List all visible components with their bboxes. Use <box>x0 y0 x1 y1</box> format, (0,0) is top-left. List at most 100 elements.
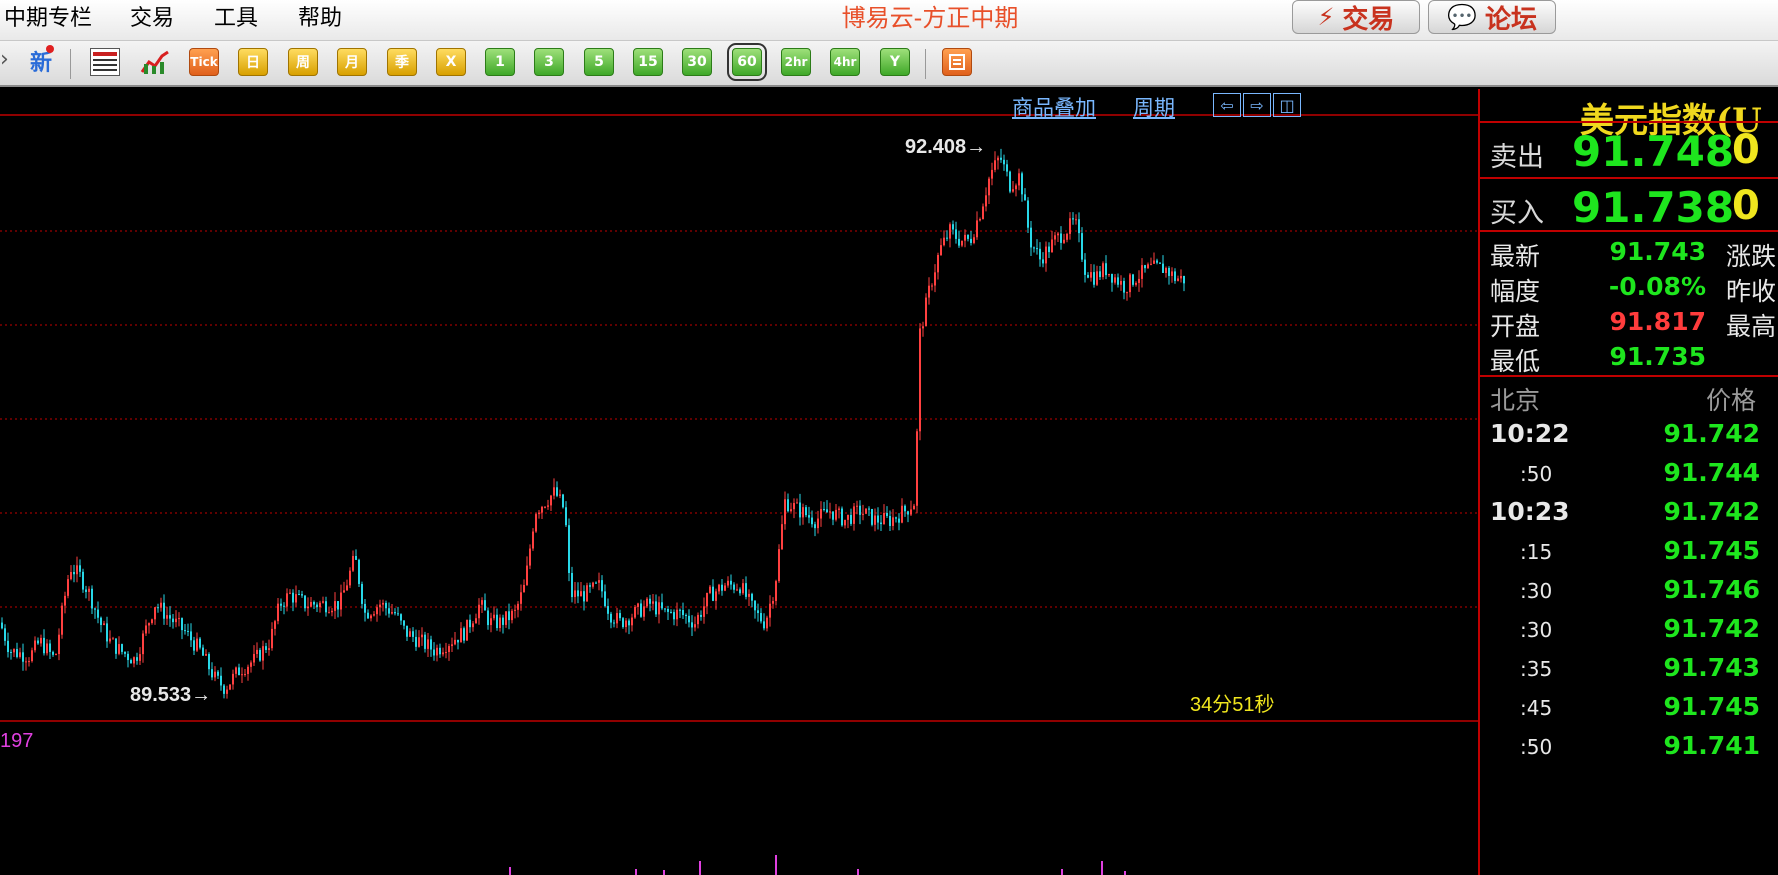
price-chart-area[interactable]: 92.408→ 89.533→ 34分51秒 197 <box>0 89 1478 875</box>
candle-body <box>454 639 456 645</box>
candle-body <box>1120 280 1122 285</box>
candle-body <box>310 602 312 607</box>
candle-body <box>559 494 561 496</box>
period-x-button[interactable]: X <box>436 48 466 76</box>
candle-body <box>199 638 201 648</box>
candle-body <box>97 609 99 618</box>
candle-body <box>799 502 801 518</box>
candle-body <box>643 606 645 617</box>
period-month-button[interactable]: 月 <box>337 48 367 76</box>
new-button[interactable]: 新 <box>30 45 54 77</box>
candle-body <box>352 556 354 571</box>
period-15m-button[interactable]: 15 <box>633 48 663 76</box>
candle-body <box>823 509 825 511</box>
period-1m-button[interactable]: 1 <box>485 48 515 76</box>
tick-time: :50 <box>1520 735 1553 759</box>
candle-body <box>1177 278 1179 281</box>
tick-price: 91.742 <box>1663 497 1760 526</box>
sell-label: 卖出 <box>1490 142 1544 173</box>
period-3m-button[interactable]: 3 <box>534 48 564 76</box>
candle-body <box>814 524 816 529</box>
trade-button[interactable]: ⚡ 交易 <box>1292 0 1420 35</box>
period-week-button[interactable]: 周 <box>288 48 318 76</box>
back-arrow-icon[interactable]: › <box>0 47 9 72</box>
candle-body <box>295 594 297 603</box>
candle-body <box>790 509 792 512</box>
tick-price: 91.742 <box>1663 614 1760 643</box>
candle-body <box>1078 219 1080 234</box>
kline-chart[interactable]: 92.408→ 89.533→ 34分51秒 197 <box>0 89 1478 875</box>
candle-body <box>961 240 963 246</box>
candle-body <box>82 571 84 590</box>
scroll-left-button[interactable]: ⇦ <box>1213 93 1241 117</box>
candle-body <box>355 556 357 560</box>
candle-body <box>577 590 579 597</box>
candle-body <box>610 613 612 623</box>
candle-body <box>1018 173 1020 186</box>
period-5m-button[interactable]: 5 <box>584 48 614 76</box>
layout-toggle-button[interactable]: ◫ <box>1273 93 1301 117</box>
candle-body <box>988 178 990 196</box>
candle-body <box>880 522 882 525</box>
candle-body <box>733 584 735 590</box>
period-day-button[interactable]: 日 <box>238 48 268 76</box>
candle-body <box>1087 274 1089 278</box>
scroll-right-button[interactable]: ⇨ <box>1243 93 1271 117</box>
low-label: 最低 <box>1490 347 1541 376</box>
divider <box>1480 230 1778 232</box>
overlay-symbol-link[interactable]: 商品叠加 <box>1012 92 1096 122</box>
candle-body <box>1027 200 1029 228</box>
period-link[interactable]: 周期 <box>1133 92 1175 122</box>
candle-body <box>1048 246 1050 253</box>
draw-tool-button[interactable] <box>942 48 972 76</box>
candle-body <box>118 644 120 654</box>
period-4hr-button[interactable]: 4hr <box>830 48 860 76</box>
candle-body <box>976 220 978 238</box>
candle-body <box>691 622 693 628</box>
period-year-button[interactable]: Y <box>880 48 910 76</box>
table-icon[interactable] <box>90 48 120 76</box>
toolbar: › 新 Tick 日 周 月 季 X 1 3 5 15 30 60 2hr 4h… <box>0 41 1778 87</box>
period-2hr-button[interactable]: 2hr <box>781 48 811 76</box>
candle-body <box>37 640 39 644</box>
candle-body <box>784 499 786 525</box>
candle-body <box>1183 275 1185 284</box>
tick-price: 91.746 <box>1663 575 1760 604</box>
candle-body <box>709 586 711 593</box>
tick-price: 91.744 <box>1663 458 1760 487</box>
candle-body <box>445 652 447 654</box>
candle-body <box>787 499 789 512</box>
candle-body <box>751 593 753 601</box>
period-season-button[interactable]: 季 <box>387 48 417 76</box>
candle-body <box>616 613 618 624</box>
candle-body <box>553 487 555 496</box>
candle-body <box>52 651 54 655</box>
candle-body <box>856 505 858 507</box>
buy-label: 买入 <box>1490 198 1544 229</box>
forum-button[interactable]: 💬 论坛 <box>1428 0 1556 35</box>
candle-body <box>571 572 573 598</box>
candle-body <box>271 628 273 649</box>
divider <box>1480 375 1778 377</box>
candle-body <box>181 618 183 631</box>
candle-body <box>1111 273 1113 283</box>
candle-body <box>175 618 177 623</box>
candle-body <box>385 602 387 609</box>
candle-body <box>88 588 90 592</box>
candle-body <box>547 505 549 507</box>
candle-body <box>403 620 405 626</box>
period-30m-button[interactable]: 30 <box>682 48 712 76</box>
tick-price: 91.745 <box>1663 536 1760 565</box>
candle-body <box>1099 271 1101 278</box>
tick-time: :15 <box>1520 540 1553 564</box>
candle-body <box>1033 247 1035 249</box>
candle-body <box>940 245 942 255</box>
divider <box>1480 177 1778 179</box>
kline-chart-icon[interactable] <box>140 48 170 76</box>
candle-body <box>322 601 324 603</box>
candle-body <box>775 581 777 602</box>
candle-body <box>1042 259 1044 264</box>
candle-body <box>745 583 747 597</box>
period-60m-button[interactable]: 60 <box>727 43 767 81</box>
period-tick-button[interactable]: Tick <box>189 48 219 76</box>
